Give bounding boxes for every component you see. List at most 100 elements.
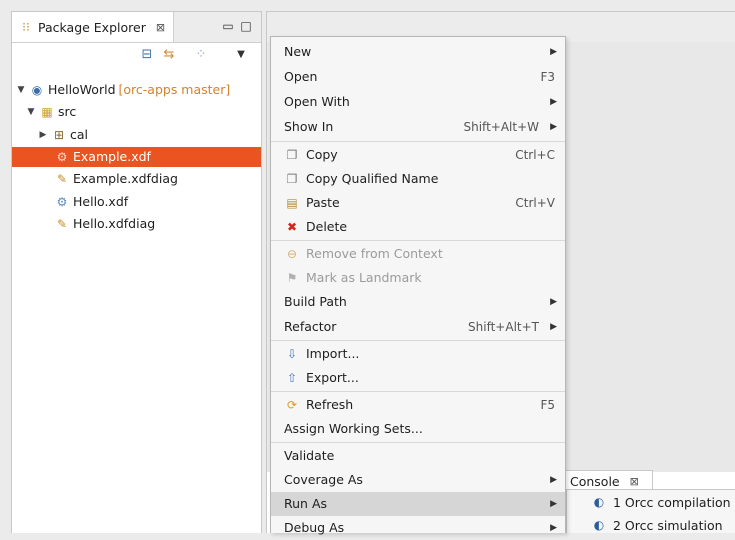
menu-run-as[interactable]: Run As ▶ (271, 492, 565, 516)
close-icon[interactable]: ⊠ (156, 21, 165, 34)
menu-label: Build Path (284, 294, 347, 309)
menu-paste[interactable]: ▤ Paste Ctrl+V (271, 191, 565, 215)
menu-label: Coverage As (284, 472, 363, 487)
menu-label: Export... (306, 370, 359, 385)
tree-item-hello-xdf[interactable]: ⚙ Hello.xdf (54, 192, 129, 212)
project-name: HelloWorld (48, 82, 116, 97)
menu-label: New (284, 44, 312, 59)
close-icon[interactable]: ⊠ (630, 475, 639, 488)
import-icon: ⇩ (286, 347, 298, 361)
tree-item-example-xdf[interactable]: ⚙ Example.xdf (12, 147, 261, 167)
menu-accelerator: F3 (540, 70, 555, 84)
menu-open-with[interactable]: Open With ▶ (271, 90, 565, 114)
submenu-arrow-icon: ▶ (550, 499, 557, 509)
menu-open[interactable]: Open F3 (271, 65, 565, 89)
menu-refresh[interactable]: ⟳ Refresh F5 (271, 393, 565, 417)
submenu-arrow-icon: ▶ (550, 523, 557, 533)
menu-label: Delete (306, 219, 348, 234)
view-menu-chevron-down-icon[interactable]: ▼ (233, 47, 249, 63)
run-orcc-compilation[interactable]: ◐ 1 Orcc compilation (567, 491, 735, 513)
remove-from-context-icon: ⊖ (286, 247, 298, 261)
menu-label: Import... (306, 346, 360, 361)
menu-separator (271, 391, 565, 392)
package-icon: ⊞ (53, 128, 65, 142)
expand-chevron-icon[interactable]: ▼ (16, 80, 26, 100)
minimize-icon[interactable]: ▭ (220, 18, 236, 34)
menu-separator (271, 141, 565, 142)
menu-label: Paste (306, 195, 340, 210)
refresh-icon: ⟳ (286, 398, 298, 412)
submenu-arrow-icon: ▶ (550, 475, 557, 485)
menu-label: Refresh (306, 397, 354, 412)
package-explorer-tab-label: Package Explorer (38, 19, 146, 35)
menu-validate[interactable]: Validate (271, 444, 565, 468)
link-with-editor-icon[interactable]: ⇆ (161, 47, 177, 63)
collapse-all-icon[interactable]: ⊟ (139, 47, 155, 63)
export-icon: ⇧ (286, 371, 298, 385)
diagram-file-icon: ✎ (56, 217, 68, 231)
menu-remove-from-context: ⊖ Remove from Context (271, 242, 565, 266)
expand-chevron-icon[interactable]: ▼ (26, 102, 36, 122)
project-icon: ◉ (31, 83, 43, 97)
menu-label: Show In (284, 119, 334, 134)
cal-label: cal (70, 127, 89, 142)
xdf-file-icon: ⚙ (56, 150, 68, 164)
submenu-arrow-icon: ▶ (550, 322, 557, 332)
submenu-arrow-icon: ▶ (550, 97, 557, 107)
submenu-arrow-icon: ▶ (550, 297, 557, 307)
tree-item-hello-xdfdiag[interactable]: ✎ Hello.xdfdiag (54, 214, 155, 234)
menu-label: Debug As (284, 520, 345, 535)
menu-label: Open With (284, 94, 350, 109)
menu-new[interactable]: New ▶ (271, 40, 565, 64)
explorer-tabbar: ⁝⁝ Package Explorer ⊠ ▭ □ (12, 12, 261, 43)
menu-copy[interactable]: ❐ Copy Ctrl+C (271, 143, 565, 167)
paste-icon: ▤ (286, 196, 298, 210)
tree-project[interactable]: ▼ ◉ HelloWorld [orc-apps master] (16, 80, 231, 100)
menu-accelerator: Ctrl+V (515, 196, 555, 210)
menu-build-path[interactable]: Build Path ▶ (271, 290, 565, 314)
menu-refactor[interactable]: Refactor Shift+Alt+T ▶ (271, 315, 565, 339)
menu-import[interactable]: ⇩ Import... (271, 342, 565, 366)
package-explorer-view: ⁝⁝ Package Explorer ⊠ ▭ □ ⊟ ⇆ ⁘ ▼ ▼ ◉ He… (11, 11, 262, 533)
menu-separator (271, 442, 565, 443)
src-label: src (58, 104, 77, 119)
console-tab-label: Console (570, 474, 620, 489)
menu-export[interactable]: ⇧ Export... (271, 366, 565, 390)
menu-accelerator: Ctrl+C (515, 148, 555, 162)
context-menu: New ▶ Open F3 Open With ▶ Show In Shift+… (270, 36, 566, 535)
tree-src-folder[interactable]: ▼ ▦ src (26, 102, 77, 122)
project-branch: [orc-apps master] (118, 82, 231, 97)
menu-assign-working-sets[interactable]: Assign Working Sets... (271, 417, 565, 441)
menu-label: Validate (284, 448, 335, 463)
menu-label: Remove from Context (306, 246, 443, 261)
run-as-submenu: ◐ 1 Orcc compilation ◐ 2 Orcc simulation (566, 489, 735, 533)
menu-separator (271, 340, 565, 341)
diagram-file-icon: ✎ (56, 172, 68, 186)
menu-coverage-as[interactable]: Coverage As ▶ (271, 468, 565, 492)
explorer-toolbar: ⊟ ⇆ ⁘ ▼ (12, 43, 261, 69)
menu-accelerator: Shift+Alt+T (468, 320, 539, 334)
menu-accelerator: F5 (540, 398, 555, 412)
xdf-file-icon: ⚙ (56, 195, 68, 209)
menu-label: Run As (284, 496, 328, 511)
menu-copy-qualified-name[interactable]: ❐ Copy Qualified Name (271, 167, 565, 191)
menu-delete[interactable]: ✖ Delete (271, 215, 565, 239)
collapsed-chevron-icon[interactable]: ▶ (38, 125, 48, 145)
tree-item-example-xdfdiag[interactable]: ✎ Example.xdfdiag (54, 169, 178, 189)
package-explorer-tab[interactable]: ⁝⁝ Package Explorer ⊠ (12, 12, 175, 42)
focus-task-icon[interactable]: ⁘ (193, 47, 209, 63)
delete-icon: ✖ (286, 220, 298, 234)
menu-accelerator: Shift+Alt+W (463, 120, 540, 134)
menu-separator (271, 240, 565, 241)
menu-show-in[interactable]: Show In Shift+Alt+W ▶ (271, 115, 565, 139)
menu-label: Mark as Landmark (306, 270, 422, 285)
menu-label: Open (284, 69, 318, 84)
copy-qualified-name-icon: ❐ (286, 172, 298, 186)
tree-cal-package[interactable]: ▶ ⊞ cal (38, 125, 88, 145)
landmark-icon: ⚑ (286, 271, 298, 285)
copy-icon: ❐ (286, 148, 298, 162)
maximize-icon[interactable]: □ (238, 18, 254, 34)
submenu-arrow-icon: ▶ (550, 47, 557, 57)
menu-debug-as[interactable]: Debug As ▶ (271, 516, 565, 540)
package-explorer-icon: ⁝⁝ (22, 20, 30, 34)
